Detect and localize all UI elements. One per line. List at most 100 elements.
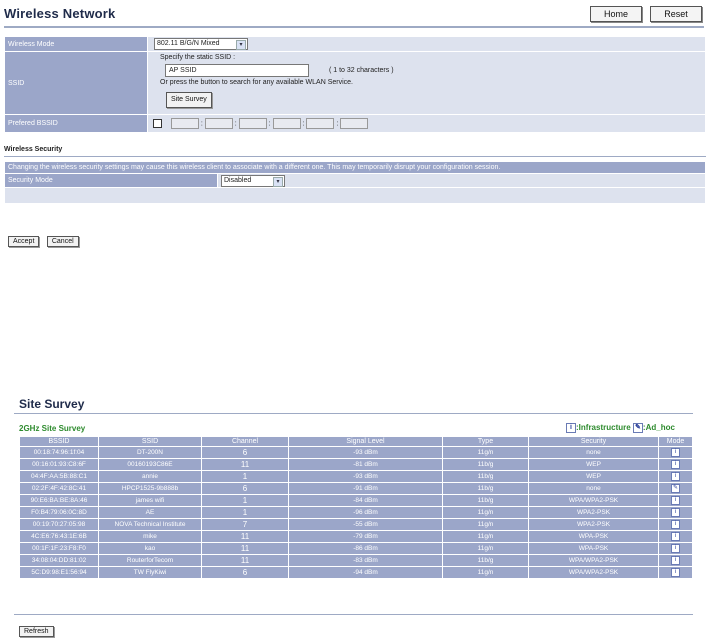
table-row[interactable]: 02:2F:4F:42:8C:41 HPCP1525-9b888b 6 -91 dBm… bbox=[19, 482, 693, 495]
cell-ssid: DT-200N bbox=[98, 446, 202, 459]
table-row[interactable]: 90:E6:BA:BE:8A:46 james wifi 1 -84 dBm 11b/g… bbox=[19, 494, 693, 507]
cell-type: 11b/g bbox=[442, 494, 529, 507]
cell-bssid: 4C:E6:76:43:1E:6B bbox=[19, 530, 99, 543]
cell-mode: i bbox=[658, 566, 693, 579]
cell-security: WEP bbox=[528, 458, 659, 471]
cell-signal: -94 dBm bbox=[288, 566, 443, 579]
cell-signal: -79 dBm bbox=[288, 530, 443, 543]
security-table: Changing the wireless security settings … bbox=[4, 161, 706, 204]
cell-type: 11b/g bbox=[442, 470, 529, 483]
mac-octet-1[interactable] bbox=[170, 118, 199, 129]
cell-security: WPA/WPA2-PSK bbox=[528, 494, 659, 507]
cell-ssid: AE bbox=[98, 506, 202, 519]
cell-security: WPA/WPA2-PSK bbox=[528, 566, 659, 579]
infrastructure-icon: i bbox=[671, 544, 680, 553]
cell-mode: i bbox=[658, 494, 693, 507]
infrastructure-icon: i bbox=[671, 496, 680, 505]
infrastructure-icon: i bbox=[566, 423, 576, 433]
cell-mode: i bbox=[658, 530, 693, 543]
cell-bssid: 00:1F:1F:23:F8:F0 bbox=[19, 542, 99, 555]
cell-signal: -81 dBm bbox=[288, 458, 443, 471]
cell-mode: i bbox=[658, 518, 693, 531]
wireless-mode-value: 802.11 B/G/N Mixed bbox=[157, 40, 220, 47]
cell-ssid: james wifi bbox=[98, 494, 202, 507]
site-survey-button[interactable]: Site Survey bbox=[166, 92, 212, 109]
cell-security: WPA/WPA2-PSK bbox=[528, 554, 659, 567]
col-ssid: SSID bbox=[98, 436, 202, 447]
mac-octet-4[interactable] bbox=[272, 118, 301, 129]
cell-signal: -86 dBm bbox=[288, 542, 443, 555]
cell-bssid: 00:16:01:93:C8:6F bbox=[19, 458, 99, 471]
chevron-down-icon: ▾ bbox=[273, 176, 283, 187]
table-row[interactable]: 00:19:70:27:05:98 NOVA Technical Institut… bbox=[19, 518, 693, 531]
reset-button[interactable]: Reset bbox=[650, 6, 702, 22]
table-row[interactable]: 04:4F:AA:5B:88:C1 annie 1 -93 dBm 11b/g WEP i bbox=[19, 470, 693, 483]
home-button[interactable]: Home bbox=[590, 6, 642, 22]
table-row[interactable]: F0:B4:79:06:0C:8D AE 1 -96 dBm 11g/n WPA2-PSK… bbox=[19, 506, 693, 519]
infrastructure-icon: i bbox=[671, 520, 680, 529]
infrastructure-icon: i bbox=[671, 508, 680, 517]
header-divider bbox=[4, 26, 704, 28]
ssid-input[interactable]: AP SSID bbox=[165, 64, 309, 77]
cell-security: WPA2-PSK bbox=[528, 506, 659, 519]
cell-signal: -96 dBm bbox=[288, 506, 443, 519]
cell-bssid: 00:18:74:96:1f:04 bbox=[19, 446, 99, 459]
cell-security: none bbox=[528, 446, 659, 459]
ssid-hint: ( 1 to 32 characters ) bbox=[328, 67, 394, 75]
infrastructure-icon: i bbox=[671, 472, 680, 481]
cell-mode: i bbox=[658, 446, 693, 459]
mac-octet-2[interactable] bbox=[204, 118, 233, 129]
cell-type: 11g/n bbox=[442, 518, 529, 531]
cell-security: WPA-PSK bbox=[528, 530, 659, 543]
col-signal: Signal Level bbox=[288, 436, 443, 447]
cell-type: 11b/g bbox=[442, 458, 529, 471]
table-row[interactable]: 4C:E6:76:43:1E:6B mike 11 -79 dBm 11g/n WPA-P… bbox=[19, 530, 693, 543]
infrastructure-icon: i bbox=[671, 448, 680, 457]
infrastructure-icon: i bbox=[671, 532, 680, 541]
cell-channel: 6 bbox=[201, 566, 289, 579]
wireless-mode-select[interactable]: 802.11 B/G/N Mixed ▾ bbox=[154, 38, 248, 50]
security-mode-label: Security Mode bbox=[4, 173, 218, 188]
mac-octet-6[interactable] bbox=[340, 118, 369, 129]
ssid-instruction: Specify the static SSID : bbox=[160, 54, 236, 61]
legend-adhoc: :Ad_hoc bbox=[642, 423, 675, 433]
cell-type: 11g/n bbox=[442, 566, 529, 579]
cell-signal: -91 dBm bbox=[288, 482, 443, 495]
table-row[interactable]: 00:18:74:96:1f:04 DT-200N 6 -93 dBm 11g/n non… bbox=[19, 446, 693, 459]
mac-octet-3[interactable] bbox=[238, 118, 267, 129]
survey-bottom-divider bbox=[14, 614, 693, 615]
cell-mode: i bbox=[658, 542, 693, 555]
mac-separator: : bbox=[200, 120, 203, 128]
refresh-button[interactable]: Refresh bbox=[19, 626, 54, 637]
security-mode-select[interactable]: Disabled ▾ bbox=[221, 174, 285, 187]
security-divider bbox=[4, 156, 706, 157]
security-warning: Changing the wireless security settings … bbox=[4, 161, 706, 174]
cell-channel: 1 bbox=[201, 494, 289, 507]
table-row[interactable]: 5C:D9:98:E1:56:94 TW FlyKiwi 6 -94 dBm 11g/n… bbox=[19, 566, 693, 579]
legend-infrastructure: :Infrastructure bbox=[576, 423, 631, 433]
cell-type: 11b/g bbox=[442, 554, 529, 567]
table-row[interactable]: 00:1F:1F:23:F8:F0 kao 11 -86 dBm 11g/n WPA-PS… bbox=[19, 542, 693, 555]
cell-ssid: 00160193C86E bbox=[98, 458, 202, 471]
page-title: Wireless Network bbox=[4, 6, 116, 21]
col-bssid: BSSID bbox=[19, 436, 99, 447]
preferred-bssid-checkbox[interactable] bbox=[153, 119, 162, 128]
table-row[interactable]: 34:08:04:DD:81:02 RouterforTecom 11 -83 dBm… bbox=[19, 554, 693, 567]
cell-channel: 11 bbox=[201, 530, 289, 543]
ssid-or-text: Or press the button to search for any av… bbox=[160, 79, 353, 87]
cell-security: WPA2-PSK bbox=[528, 518, 659, 531]
cancel-button[interactable]: Cancel bbox=[46, 236, 79, 247]
security-spacer-row bbox=[4, 187, 706, 204]
accept-button[interactable]: Accept bbox=[8, 236, 40, 247]
adhoc-icon: ✎ bbox=[632, 423, 643, 433]
mac-separator: : bbox=[234, 120, 237, 128]
cell-mode: i bbox=[658, 554, 693, 567]
mac-separator: : bbox=[302, 120, 305, 128]
table-row[interactable]: 00:16:01:93:C8:6F 00160193C86E 11 -81 dBm 11… bbox=[19, 458, 693, 471]
preferred-bssid-label: Prefered BSSID bbox=[4, 114, 148, 133]
cell-channel: 1 bbox=[201, 506, 289, 519]
cell-signal: -84 dBm bbox=[288, 494, 443, 507]
mac-octet-5[interactable] bbox=[306, 118, 335, 129]
col-mode: Mode bbox=[658, 436, 693, 447]
cell-ssid: RouterforTecom bbox=[98, 554, 202, 567]
